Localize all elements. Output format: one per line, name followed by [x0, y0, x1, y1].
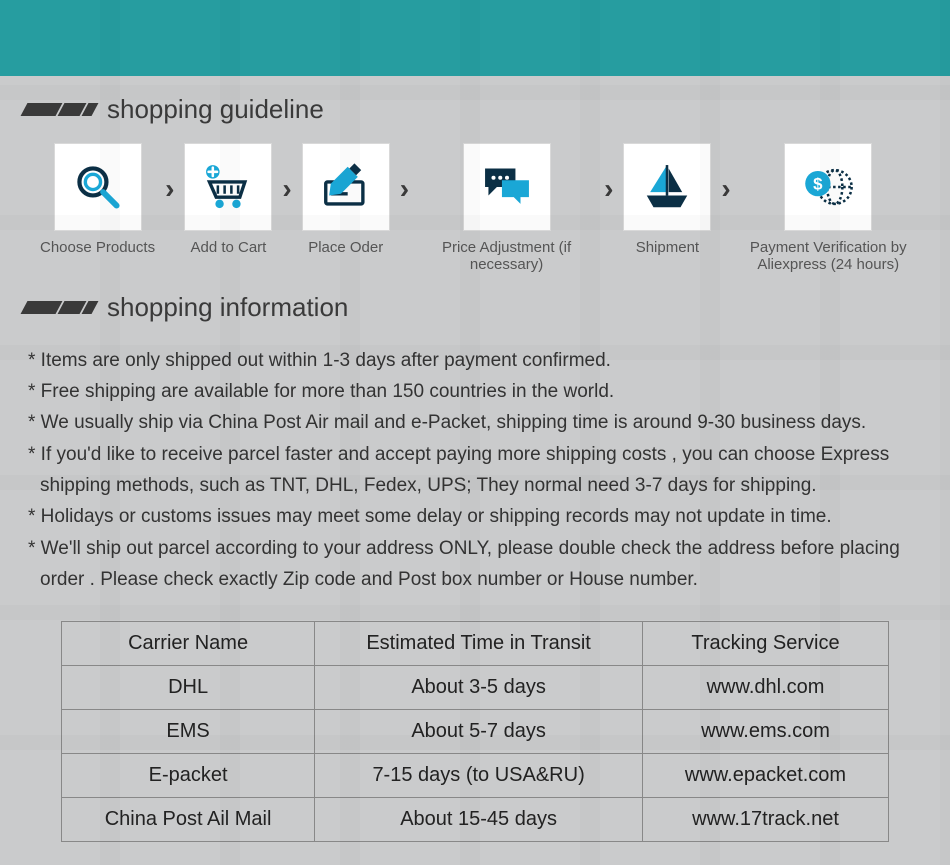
cell-tracking: www.17track.net — [643, 798, 889, 842]
chat-icon — [463, 143, 551, 231]
table-row: EMS About 5-7 days www.ems.com — [62, 710, 889, 754]
cell-carrier: China Post Ail Mail — [62, 798, 315, 842]
table-header-row: Carrier Name Estimated Time in Transit T… — [62, 622, 889, 666]
chevron-right-icon: › — [159, 173, 180, 205]
cell-time: About 3-5 days — [315, 666, 643, 710]
cell-carrier: EMS — [62, 710, 315, 754]
step-add-to-cart: Add to Cart — [184, 143, 272, 256]
shipping-info-list: * Items are only shipped out within 1-3 … — [0, 331, 950, 608]
table-row: E-packet 7-15 days (to USA&RU) www.epack… — [62, 754, 889, 798]
th-carrier: Carrier Name — [62, 622, 315, 666]
heading-information: shopping information — [24, 292, 950, 323]
steps-row: Choose Products › Add to Cart › Place Od… — [0, 133, 950, 274]
heading-information-text: shopping information — [107, 292, 348, 323]
step-price-adjustment: Price Adjustment (if necessary) — [419, 143, 594, 274]
chevron-right-icon: › — [394, 173, 415, 205]
info-line: * Holidays or customs issues may meet so… — [28, 501, 922, 532]
info-line: * If you'd like to receive parcel faster… — [28, 439, 922, 502]
table-row: DHL About 3-5 days www.dhl.com — [62, 666, 889, 710]
info-line: * Items are only shipped out within 1-3 … — [28, 345, 922, 376]
th-tracking: Tracking Service — [643, 622, 889, 666]
heading-guideline: shopping guideline — [24, 94, 950, 125]
top-banner — [0, 0, 950, 76]
heading-stripes-icon — [24, 103, 95, 116]
step-payment-verification: $ Payment Verification by Aliexpress (24… — [741, 143, 916, 274]
cell-time: About 15-45 days — [315, 798, 643, 842]
step-label: Shipment — [636, 239, 699, 256]
cell-time: About 5-7 days — [315, 710, 643, 754]
step-shipment: Shipment — [623, 143, 711, 256]
chevron-right-icon: › — [598, 173, 619, 205]
shipping-table: Carrier Name Estimated Time in Transit T… — [61, 621, 889, 842]
dollar-globe-icon: $ — [784, 143, 872, 231]
cell-tracking: www.epacket.com — [643, 754, 889, 798]
step-place-order: Place Oder — [302, 143, 390, 256]
step-label: Choose Products — [40, 239, 155, 256]
info-line: * We usually ship via China Post Air mai… — [28, 407, 922, 438]
table-row: China Post Ail Mail About 15-45 days www… — [62, 798, 889, 842]
cell-carrier: E-packet — [62, 754, 315, 798]
step-label: Add to Cart — [190, 239, 266, 256]
step-choose-products: Choose Products — [40, 143, 155, 256]
cell-time: 7-15 days (to USA&RU) — [315, 754, 643, 798]
chevron-right-icon: › — [276, 173, 297, 205]
cart-icon — [184, 143, 272, 231]
step-label: Place Oder — [308, 239, 383, 256]
cell-tracking: www.dhl.com — [643, 666, 889, 710]
heading-guideline-text: shopping guideline — [107, 94, 324, 125]
chevron-right-icon: › — [715, 173, 736, 205]
pencil-form-icon — [302, 143, 390, 231]
sailboat-icon — [623, 143, 711, 231]
svg-text:$: $ — [813, 175, 823, 194]
info-line: * Free shipping are available for more t… — [28, 376, 922, 407]
info-line: * We'll ship out parcel according to you… — [28, 533, 922, 596]
th-time: Estimated Time in Transit — [315, 622, 643, 666]
cell-tracking: www.ems.com — [643, 710, 889, 754]
heading-stripes-icon — [24, 301, 95, 314]
step-label: Payment Verification by Aliexpress (24 h… — [741, 239, 916, 274]
magnifier-icon — [54, 143, 142, 231]
cell-carrier: DHL — [62, 666, 315, 710]
step-label: Price Adjustment (if necessary) — [419, 239, 594, 274]
